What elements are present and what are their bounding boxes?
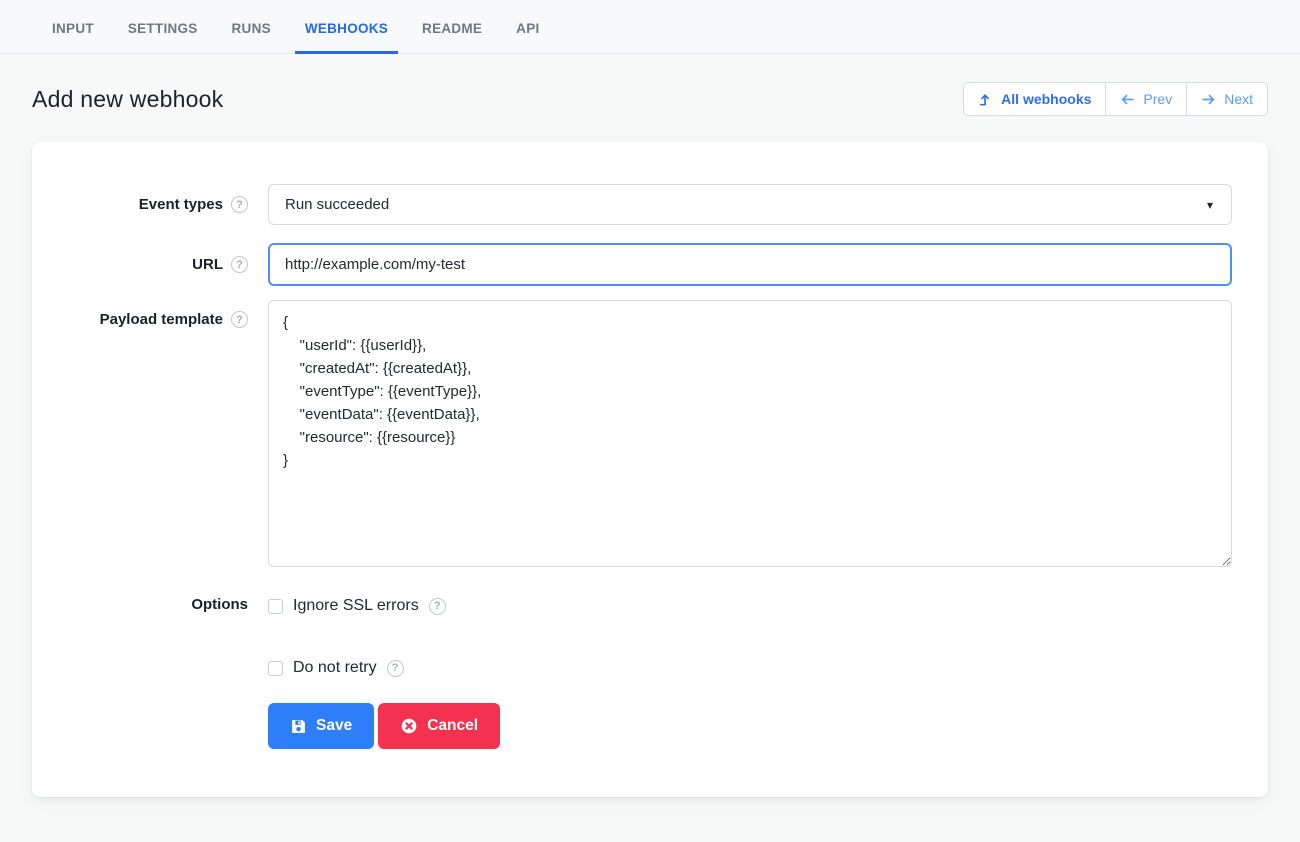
event-types-row: Event types ? Run succeeded ▾ [32,184,1232,225]
url-label: URL [192,256,223,273]
page-title: Add new webhook [32,86,223,113]
help-icon[interactable]: ? [387,660,404,677]
page-header: Add new webhook All webhooks Prev [0,82,1300,116]
event-types-label: Event types [139,196,223,213]
tab-api[interactable]: API [506,1,549,54]
chevron-down-icon: ▾ [1207,199,1213,211]
ignore-ssl-label[interactable]: Ignore SSL errors [293,597,419,615]
arrow-right-icon [1201,92,1216,107]
help-icon[interactable]: ? [231,256,248,273]
url-input[interactable] [268,243,1232,286]
all-webhooks-label: All webhooks [1001,91,1091,107]
payload-template-label: Payload template [100,311,223,328]
webhook-form-card: Event types ? Run succeeded ▾ URL ? Payl… [32,142,1268,797]
cancel-label: Cancel [427,717,478,735]
help-icon[interactable]: ? [231,311,248,328]
tab-webhooks[interactable]: WEBHOOKS [295,1,398,54]
arrow-left-icon [1120,92,1135,107]
event-types-selected-value: Run succeeded [285,196,389,213]
event-types-select[interactable]: Run succeeded ▾ [268,184,1232,225]
webhook-nav-group: All webhooks Prev Next [963,82,1268,116]
save-label: Save [316,717,352,735]
prev-label: Prev [1143,91,1172,107]
do-not-retry-option: Do not retry ? [268,657,1232,679]
all-webhooks-button[interactable]: All webhooks [963,82,1106,116]
circle-x-icon [400,717,418,735]
do-not-retry-checkbox[interactable] [268,661,283,676]
payload-template-textarea[interactable]: { "userId": {{userId}}, "createdAt": {{c… [268,300,1232,567]
options-label: Options [191,596,248,613]
prev-button[interactable]: Prev [1105,82,1187,116]
form-actions: Save Cancel [268,703,1232,749]
payload-template-row: Payload template ? { "userId": {{userId}… [32,300,1232,567]
tab-bar: INPUT SETTINGS RUNS WEBHOOKS README API [0,0,1300,54]
do-not-retry-label[interactable]: Do not retry [293,659,377,677]
ignore-ssl-option: Ignore SSL errors ? [268,595,1232,617]
next-label: Next [1224,91,1253,107]
arrow-up-from-line-icon [978,92,993,107]
help-icon[interactable]: ? [231,196,248,213]
save-button[interactable]: Save [268,703,374,749]
tab-input[interactable]: INPUT [42,1,104,54]
options-row: Options Ignore SSL errors ? Do not retry… [32,595,1232,749]
next-button[interactable]: Next [1186,82,1268,116]
url-row: URL ? [32,243,1232,286]
cancel-button[interactable]: Cancel [378,703,500,749]
ignore-ssl-checkbox[interactable] [268,599,283,614]
tab-runs[interactable]: RUNS [222,1,281,54]
floppy-disk-icon [290,718,307,735]
tab-readme[interactable]: README [412,1,492,54]
tab-settings[interactable]: SETTINGS [118,1,208,54]
help-icon[interactable]: ? [429,598,446,615]
